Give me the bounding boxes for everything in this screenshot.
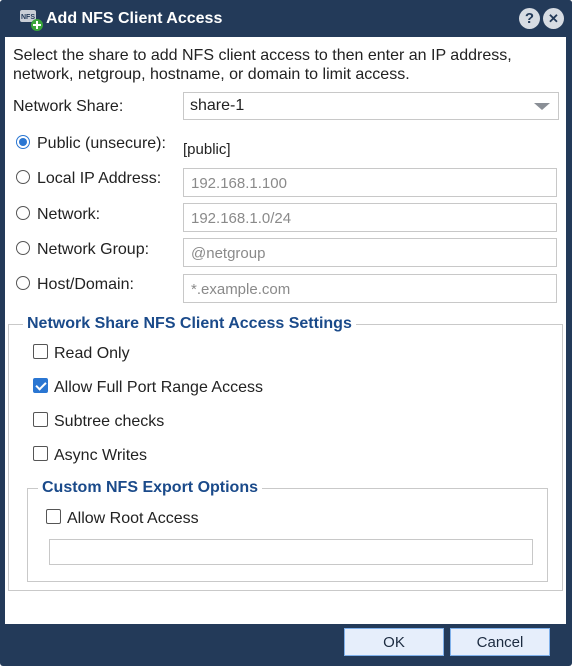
ok-button[interactable]: OK (344, 628, 444, 656)
read-only-checkbox[interactable] (33, 344, 48, 359)
network-label: Network: (37, 206, 101, 223)
chevron-down-icon[interactable] (534, 103, 550, 110)
public-value: [public] (183, 141, 231, 158)
custom-options-title: Custom NFS Export Options (38, 479, 262, 497)
host-domain-input[interactable]: *.example.com (183, 274, 557, 303)
host-domain-radio[interactable] (16, 276, 30, 290)
custom-options-input[interactable] (49, 539, 533, 565)
host-domain-label: Host/Domain: (37, 276, 134, 293)
network-share-label: Network Share: (13, 98, 124, 115)
network-group-placeholder: @netgroup (191, 245, 266, 262)
network-group-input[interactable]: @netgroup (183, 238, 557, 267)
title-bar: NFS Add NFS Client Access ? ✕ (0, 0, 572, 38)
settings-title: Network Share NFS Client Access Settings (23, 315, 356, 333)
nfs-add-icon: NFS (20, 10, 43, 31)
full-port-range-checkbox[interactable] (33, 378, 48, 393)
network-share-select[interactable]: share-1 (183, 92, 559, 120)
read-only-label: Read Only (54, 345, 130, 362)
network-group-label: Network Group: (37, 241, 150, 258)
async-writes-label: Async Writes (54, 447, 148, 464)
add-nfs-client-access-dialog: NFS Add NFS Client Access ? ✕ Select the… (0, 0, 572, 666)
svg-text:NFS: NFS (21, 14, 35, 21)
local-ip-label: Local IP Address: (37, 170, 162, 187)
network-input[interactable]: 192.168.1.0/24 (183, 203, 557, 232)
async-writes-checkbox[interactable] (33, 446, 48, 461)
local-ip-radio[interactable] (16, 170, 30, 184)
subtree-checks-label: Subtree checks (54, 413, 165, 430)
full-port-range-label: Allow Full Port Range Access (54, 379, 263, 396)
intro-text: Select the share to add NFS client acces… (13, 47, 512, 83)
public-label: Public (unsecure): (37, 135, 166, 152)
local-ip-input[interactable]: 192.168.1.100 (183, 168, 557, 197)
help-icon[interactable]: ? (519, 8, 540, 29)
allow-root-access-label: Allow Root Access (67, 510, 199, 527)
network-group-radio[interactable] (16, 241, 30, 255)
local-ip-placeholder: 192.168.1.100 (191, 175, 287, 192)
custom-options-group: Custom NFS Export Options Allow Root Acc… (27, 479, 548, 582)
network-radio[interactable] (16, 206, 30, 220)
host-domain-placeholder: *.example.com (191, 281, 291, 298)
subtree-checks-checkbox[interactable] (33, 412, 48, 427)
public-radio[interactable] (16, 135, 30, 149)
dialog-body: Select the share to add NFS client acces… (5, 37, 566, 624)
network-share-value: share-1 (190, 97, 245, 114)
close-icon[interactable]: ✕ (543, 8, 564, 29)
settings-group: Network Share NFS Client Access Settings… (8, 315, 563, 591)
cancel-button[interactable]: Cancel (450, 628, 550, 656)
allow-root-access-checkbox[interactable] (46, 509, 61, 524)
network-placeholder: 192.168.1.0/24 (191, 210, 292, 227)
dialog-title: Add NFS Client Access (46, 10, 223, 27)
